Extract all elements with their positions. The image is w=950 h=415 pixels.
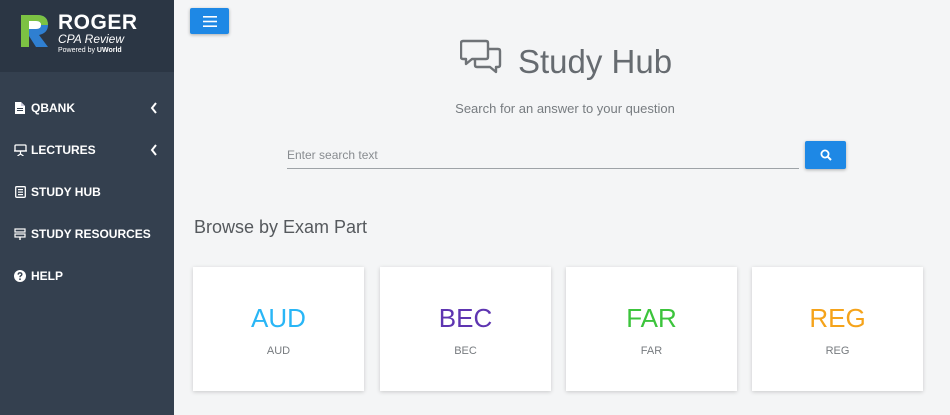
search-input[interactable]	[287, 141, 799, 169]
chevron-left-icon	[150, 144, 157, 156]
sidebar-item-help[interactable]: HELP	[0, 262, 174, 290]
sidebar-item-lectures[interactable]: LECTURES	[0, 136, 174, 164]
roger-logo-icon	[21, 15, 48, 47]
exam-card-reg[interactable]: REG REG	[752, 267, 923, 391]
signpost-icon	[13, 227, 27, 241]
sidebar-item-label: LECTURES	[31, 143, 96, 157]
exam-code: BEC	[438, 303, 493, 333]
sidebar-item-label: HELP	[31, 269, 64, 283]
sidebar-item-label: STUDY RESOURCES	[31, 227, 151, 241]
file-icon	[13, 101, 27, 115]
question-circle-icon	[13, 269, 27, 283]
search-button[interactable]	[805, 141, 846, 169]
chevron-left-icon	[150, 102, 157, 114]
sidebar: ROGER CPA Review Powered by UWorld QBANK…	[0, 0, 174, 415]
page-title: Study Hub	[518, 43, 673, 80]
brand-logo[interactable]: ROGER CPA Review Powered by UWorld	[0, 0, 174, 72]
sidebar-item-study-resources[interactable]: STUDY RESOURCES	[0, 220, 174, 248]
exam-code: FAR	[626, 303, 677, 333]
exam-card-aud[interactable]: AUD AUD	[193, 267, 364, 391]
browse-section-title: Browse by Exam Part	[194, 217, 368, 237]
presentation-icon	[13, 143, 27, 157]
search-icon	[820, 149, 832, 161]
sidebar-item-label: QBANK	[31, 101, 75, 115]
brand-subtitle: CPA Review	[58, 32, 125, 46]
exam-code: REG	[809, 303, 866, 333]
exam-label: REG	[825, 345, 850, 357]
exam-label: AUD	[266, 345, 291, 357]
sidebar-item-label: STUDY HUB	[31, 185, 101, 199]
brand-powered-by: Powered by UWorld	[58, 46, 122, 55]
hamburger-icon	[202, 15, 217, 27]
brand-title: ROGER	[58, 11, 138, 34]
exam-code: AUD	[251, 303, 306, 333]
menu-toggle-button[interactable]	[190, 8, 229, 34]
exam-label: BEC	[454, 345, 477, 357]
book-icon	[13, 185, 27, 199]
powered-by-text: Powered by	[58, 47, 95, 54]
page-subtitle: Search for an answer to your question	[455, 101, 675, 116]
exam-card-bec[interactable]: BEC BEC	[380, 267, 551, 391]
chat-bubbles-icon	[460, 39, 502, 74]
exam-label: FAR	[640, 345, 663, 357]
exam-card-far[interactable]: FAR FAR	[566, 267, 737, 391]
sidebar-item-qbank[interactable]: QBANK	[0, 94, 174, 122]
sidebar-item-study-hub[interactable]: STUDY HUB	[0, 178, 174, 206]
powered-by-brand: UWorld	[96, 47, 122, 54]
